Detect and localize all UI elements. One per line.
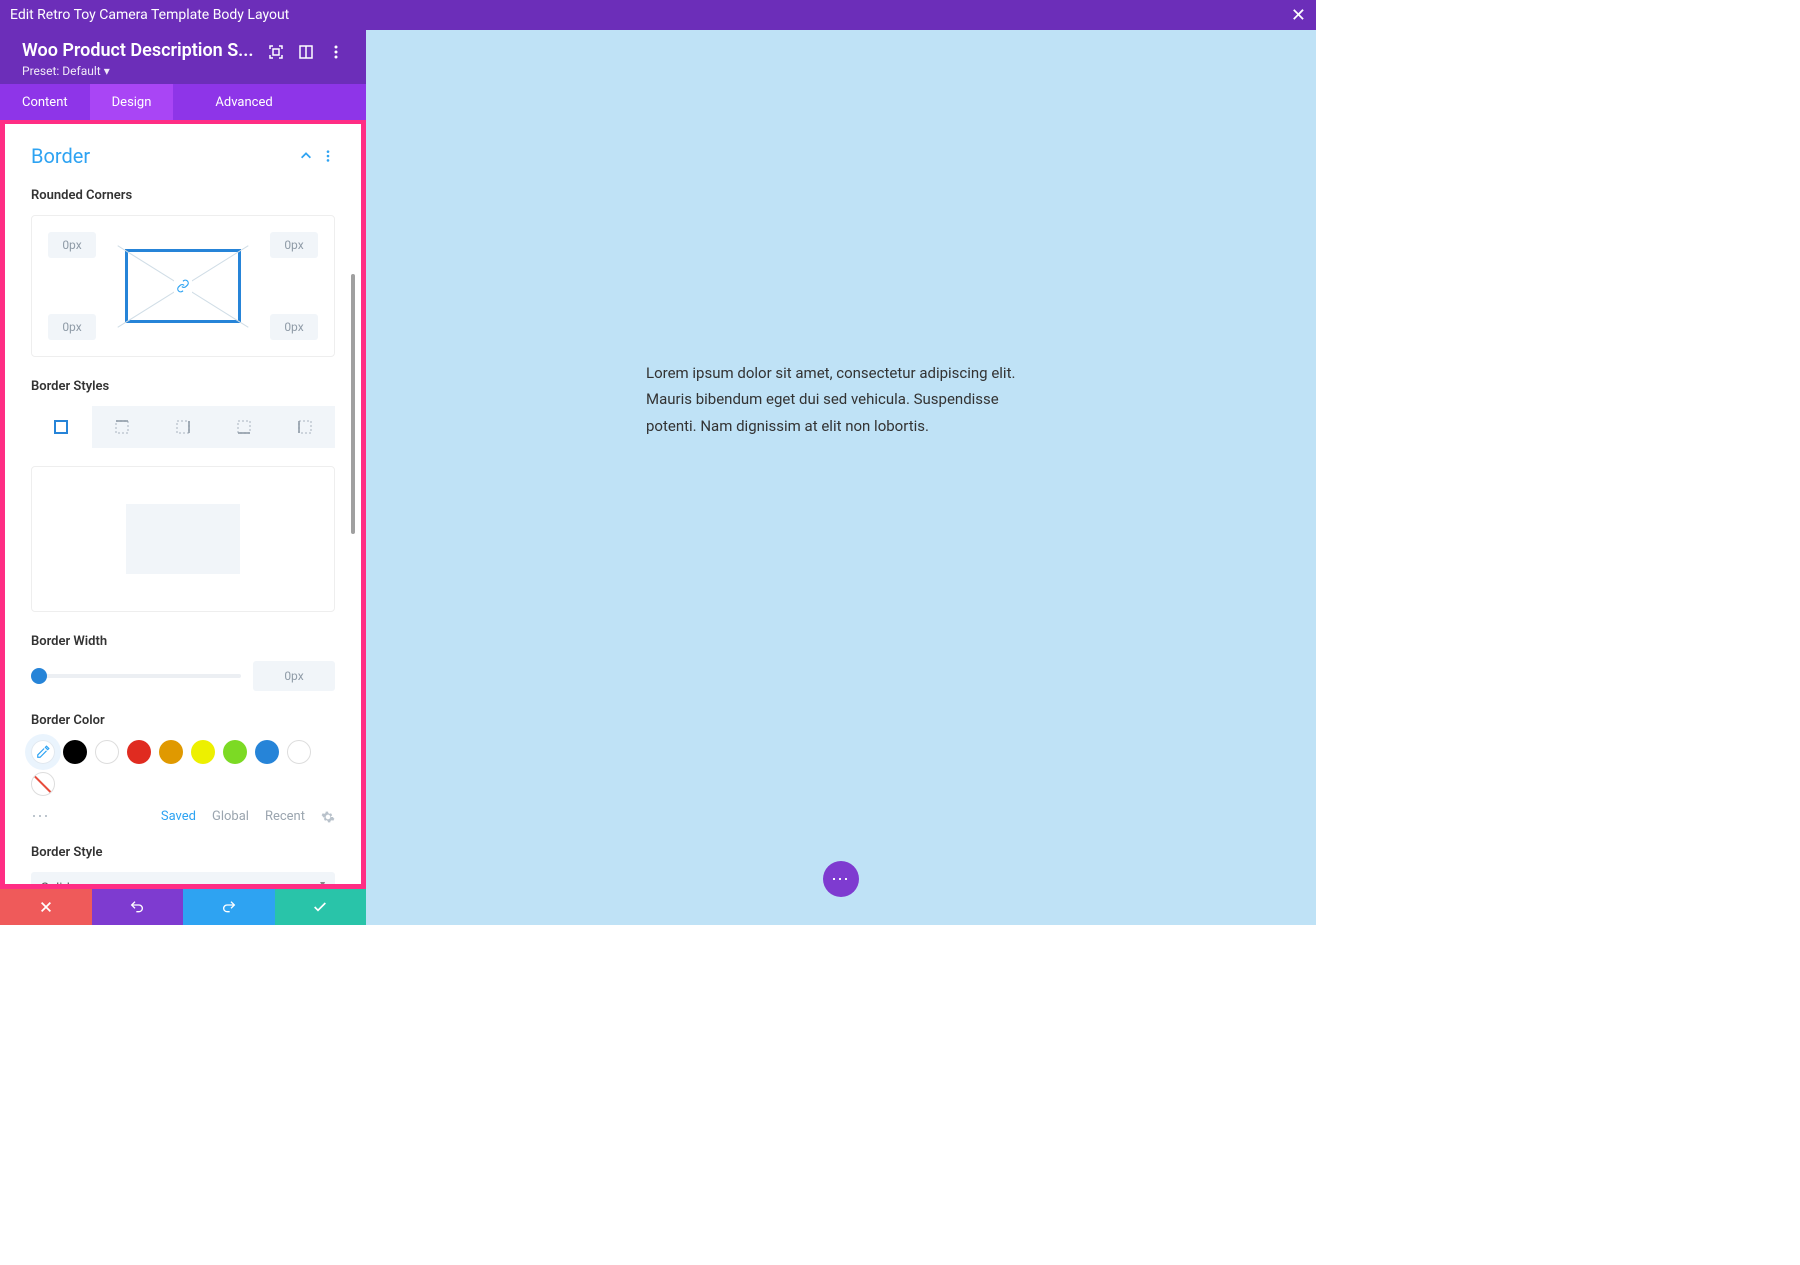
corner-bottom-left-input[interactable] — [48, 314, 96, 340]
more-horiz-icon[interactable]: ⋯ — [31, 806, 51, 827]
border-top-side[interactable] — [92, 406, 153, 448]
border-style-select-wrap — [31, 872, 335, 884]
color-palette-footer: ⋯ Saved Global Recent — [31, 806, 335, 827]
section-header[interactable]: Border — [31, 144, 335, 168]
rounded-corners-control — [31, 215, 335, 357]
border-width-slider[interactable] — [31, 674, 241, 678]
window-title: Edit Retro Toy Camera Template Body Layo… — [10, 7, 289, 23]
cancel-button[interactable] — [0, 889, 92, 925]
border-color-label: Border Color — [31, 713, 335, 728]
border-bottom-side[interactable] — [213, 406, 274, 448]
link-icon — [174, 277, 192, 295]
color-swatch[interactable] — [223, 740, 247, 764]
border-width-input[interactable] — [253, 661, 335, 691]
save-button[interactable] — [275, 889, 367, 925]
main-area: Woo Product Description S... Preset: Def… — [0, 30, 1316, 925]
undo-icon — [129, 899, 145, 915]
color-swatches — [31, 740, 335, 796]
more-vert-icon[interactable] — [328, 44, 344, 60]
color-swatch[interactable] — [63, 740, 87, 764]
product-description-text: Lorem ipsum dolor sit amet, consectetur … — [646, 360, 1036, 439]
gear-icon[interactable] — [321, 810, 335, 824]
corner-bottom-right-input[interactable] — [270, 314, 318, 340]
corner-top-left-input[interactable] — [48, 232, 96, 258]
columns-icon[interactable] — [298, 44, 314, 60]
preview-canvas: Lorem ipsum dolor sit amet, consectetur … — [366, 30, 1316, 925]
panel-highlight: Border Rounded Corners — [0, 120, 366, 889]
rounded-corners-label: Rounded Corners — [31, 188, 335, 203]
preset-selector[interactable]: Preset: Default ▾ — [22, 64, 254, 78]
close-icon[interactable]: ✕ — [1291, 5, 1306, 26]
page-settings-fab[interactable]: ⋯ — [823, 861, 859, 897]
eyedropper-button[interactable] — [31, 740, 55, 764]
redo-icon — [221, 899, 237, 915]
color-swatch-none[interactable] — [31, 772, 55, 796]
border-all-sides[interactable] — [31, 406, 92, 448]
color-swatch[interactable] — [159, 740, 183, 764]
chevron-down-icon: ▾ — [104, 64, 110, 78]
section-title: Border — [31, 144, 90, 168]
slider-thumb[interactable] — [31, 668, 47, 684]
border-right-side[interactable] — [153, 406, 214, 448]
chevron-up-icon[interactable] — [299, 149, 313, 163]
color-swatch[interactable] — [95, 740, 119, 764]
border-width-control — [31, 661, 335, 691]
border-style-select[interactable] — [31, 872, 335, 884]
palette-global-tab[interactable]: Global — [212, 809, 249, 824]
settings-tabs: Content Design Advanced — [0, 84, 366, 120]
palette-saved-tab[interactable]: Saved — [161, 809, 196, 824]
window-titlebar: Edit Retro Toy Camera Template Body Layo… — [0, 0, 1316, 30]
design-panel: Border Rounded Corners — [5, 124, 361, 884]
border-preview-inner — [126, 504, 240, 574]
color-swatch[interactable] — [255, 740, 279, 764]
sidebar: Woo Product Description S... Preset: Def… — [0, 30, 366, 925]
footer-actions — [0, 889, 366, 925]
close-icon — [39, 900, 53, 914]
tab-content[interactable]: Content — [0, 84, 90, 120]
border-width-label: Border Width — [31, 634, 335, 649]
corner-top-right-input[interactable] — [270, 232, 318, 258]
border-styles-label: Border Styles — [31, 379, 335, 394]
border-style-label: Border Style — [31, 845, 335, 860]
eyedropper-icon — [36, 745, 50, 759]
undo-button[interactable] — [92, 889, 184, 925]
palette-recent-tab[interactable]: Recent — [265, 809, 305, 824]
link-all-corners[interactable] — [125, 249, 241, 323]
module-header: Woo Product Description S... Preset: Def… — [0, 30, 366, 84]
focus-icon[interactable] — [268, 44, 284, 60]
border-side-picker — [31, 406, 335, 448]
scrollbar[interactable] — [351, 274, 355, 534]
redo-button[interactable] — [183, 889, 275, 925]
color-swatch[interactable] — [287, 740, 311, 764]
color-swatch[interactable] — [191, 740, 215, 764]
border-preview — [31, 466, 335, 612]
more-vert-icon[interactable] — [321, 149, 335, 163]
module-title: Woo Product Description S... — [22, 40, 254, 61]
check-icon — [312, 899, 328, 915]
color-swatch[interactable] — [127, 740, 151, 764]
tab-design[interactable]: Design — [90, 84, 174, 120]
tab-advanced[interactable]: Advanced — [193, 84, 294, 120]
border-left-side[interactable] — [274, 406, 335, 448]
